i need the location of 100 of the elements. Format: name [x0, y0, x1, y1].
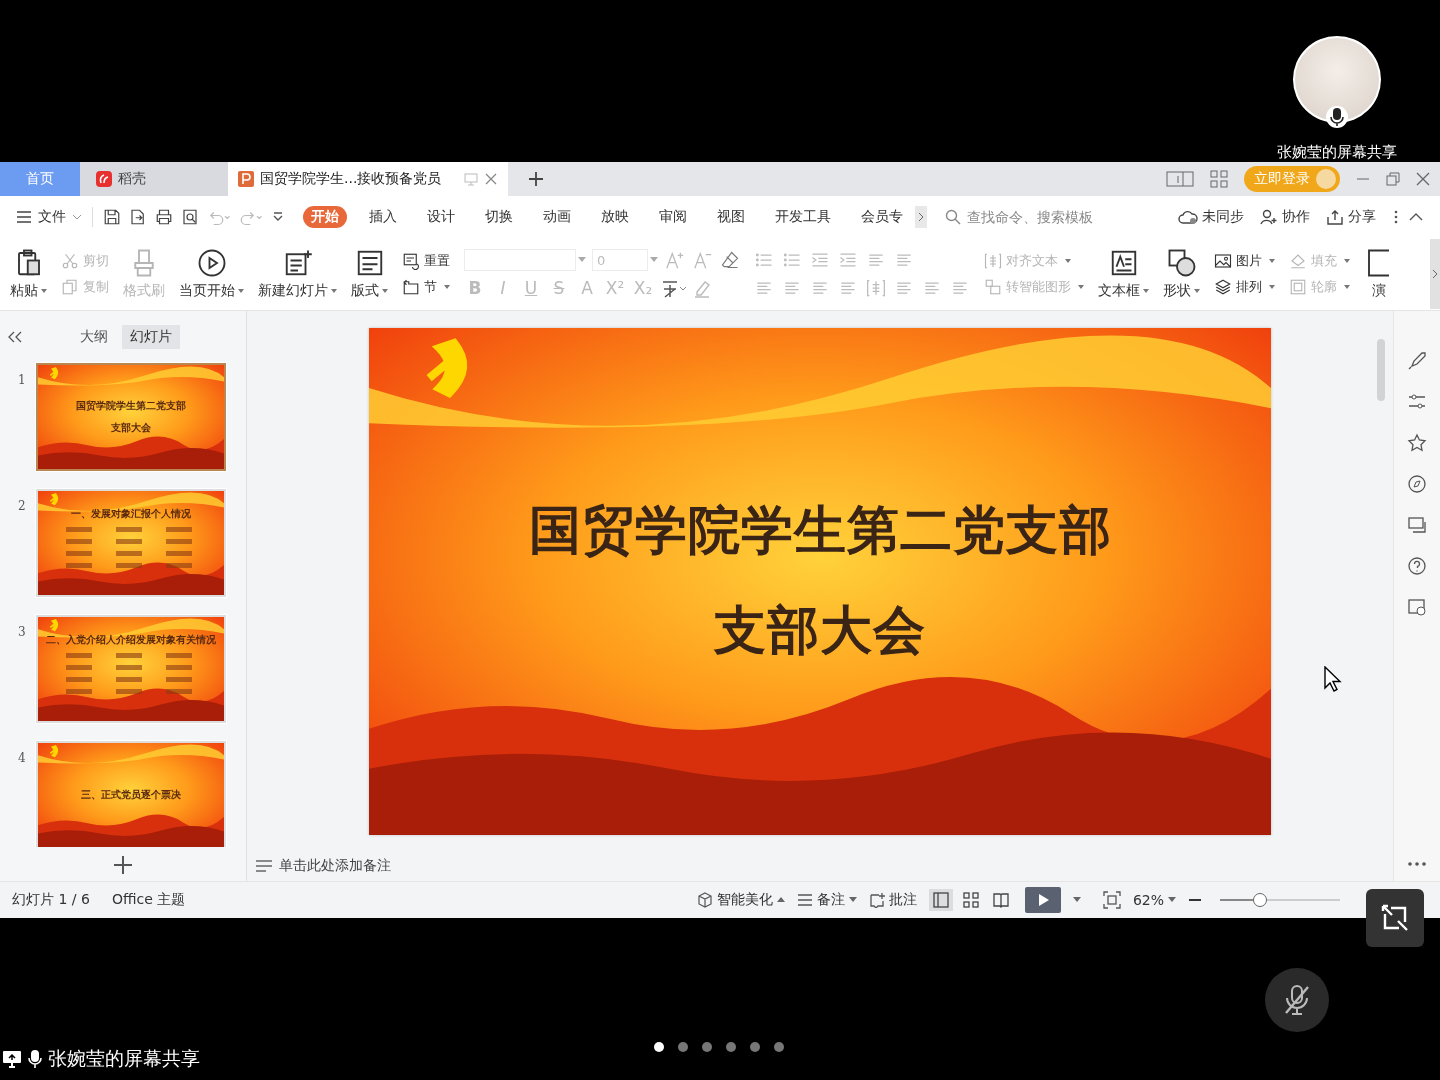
microphone-icon: [28, 1049, 42, 1069]
ribbon-button[interactable]: 排列: [1214, 278, 1275, 296]
normal-view-icon: [931, 891, 950, 909]
user-avatar-icon: [1316, 169, 1336, 189]
ribbon-button[interactable]: 形状: [1163, 248, 1200, 300]
search-field[interactable]: 查找命令、搜索模板: [945, 208, 1119, 226]
slide-thumbnail[interactable]: 三、正式党员逐个票决: [36, 741, 226, 847]
grid-icon[interactable]: [1210, 170, 1228, 188]
caret-icon[interactable]: [1072, 897, 1081, 903]
ribbon-tab[interactable]: 设计: [419, 206, 463, 228]
save-icon[interactable]: [103, 208, 121, 226]
ribbon-tab[interactable]: 开发工具: [767, 206, 839, 228]
export-icon[interactable]: [129, 208, 147, 226]
slide-counter: 幻灯片 1 / 6: [12, 891, 90, 909]
comment-icon: [868, 892, 885, 908]
file-menu[interactable]: 文件: [16, 208, 82, 226]
ribbon-button[interactable]: 粘贴: [10, 248, 47, 300]
ribbon-tab[interactable]: 会员专: [853, 206, 911, 228]
play-icon: [196, 248, 227, 278]
menu-icon: [16, 210, 32, 224]
thumbnail-title: 二、入党介绍人介绍发展对象有关情况: [46, 633, 216, 647]
search-icon: [945, 209, 961, 225]
eraser-icon[interactable]: [720, 250, 740, 270]
restore-icon[interactable]: [1386, 172, 1400, 186]
cut-icon: [61, 252, 79, 270]
ribbon-button[interactable]: 重置: [402, 252, 450, 270]
docer-tab[interactable]: 稻壳: [80, 162, 228, 196]
close-icon[interactable]: [1416, 172, 1430, 186]
panel-tab[interactable]: 大纲: [72, 325, 116, 349]
chevron-right-icon[interactable]: [915, 206, 927, 228]
slide-thumbnail[interactable]: 国贸学院学生第二党支部 支部大会: [36, 363, 226, 471]
ribbon-tab[interactable]: 放映: [593, 206, 637, 228]
notes-icon: [796, 893, 813, 907]
cube-icon: [696, 892, 713, 908]
document-tab[interactable]: 国贸学院学生...接收预备党员: [228, 162, 508, 196]
slide-thumbnail[interactable]: 二、入党介绍人介绍发展对象有关情况: [36, 615, 226, 723]
panel-tab[interactable]: 幻灯片: [122, 325, 180, 349]
smart-icon: [984, 278, 1002, 296]
compass-icon[interactable]: [1407, 474, 1427, 494]
new-tab-icon[interactable]: [528, 171, 544, 187]
close-icon[interactable]: [484, 172, 498, 186]
ribbon-button[interactable]: 图片: [1214, 252, 1275, 270]
help-icon[interactable]: [1407, 556, 1427, 576]
ribbon-button[interactable]: 文本框: [1098, 248, 1149, 300]
ribbon-button[interactable]: 节: [402, 278, 450, 296]
notes-button[interactable]: 备注: [796, 891, 857, 909]
ribbon-tab[interactable]: 动画: [535, 206, 579, 228]
page-indicator-dot[interactable]: [774, 1042, 784, 1052]
page-indicator-dot[interactable]: [678, 1042, 688, 1052]
page-indicator-dot[interactable]: [654, 1042, 664, 1052]
slides-icon[interactable]: [1407, 515, 1427, 535]
slide[interactable]: 国贸学院学生第二党支部 支部大会: [369, 328, 1271, 835]
mouse-cursor-icon: [1324, 666, 1342, 692]
align-icon: [866, 278, 886, 298]
toolbar-action[interactable]: 分享: [1326, 208, 1376, 226]
page-indicator-dot[interactable]: [750, 1042, 760, 1052]
toolbar-action[interactable]: 未同步: [1178, 208, 1244, 226]
view-button[interactable]: [928, 889, 953, 911]
notes-icon: [255, 859, 273, 873]
slide-thumbnail[interactable]: 一、发展对象汇报个人情况: [36, 489, 226, 597]
page-indicator-dot[interactable]: [702, 1042, 712, 1052]
toolbar-action[interactable]: 协作: [1260, 208, 1310, 226]
layout-toggle-icon[interactable]: [1166, 170, 1194, 188]
ribbon-tab[interactable]: 切换: [477, 206, 521, 228]
print-icon[interactable]: [155, 208, 173, 226]
thumbnail-title: 三、正式党员逐个票决: [81, 788, 181, 802]
image-tool-icon[interactable]: [1407, 597, 1427, 617]
share-icon: [1326, 209, 1344, 225]
notes-placeholder[interactable]: 单击此处添加备注: [279, 857, 391, 875]
zoom-level-dropdown[interactable]: 62%: [1132, 892, 1176, 908]
comments-button[interactable]: 批注: [868, 891, 917, 909]
chevron-down-icon: [72, 213, 82, 221]
add-slide-icon[interactable]: [113, 855, 133, 875]
ribbon-button[interactable]: 新建幻灯片: [258, 248, 337, 300]
ribbon-tab[interactable]: 审阅: [651, 206, 695, 228]
ribbon-tab[interactable]: 插入: [361, 206, 405, 228]
cloud-icon: [1178, 209, 1198, 225]
more-options-icon[interactable]: [1392, 209, 1400, 225]
sliders-icon[interactable]: [1407, 392, 1427, 412]
ribbon-button[interactable]: 当页开始: [179, 248, 244, 300]
align-icon: [984, 252, 1002, 270]
picture-icon: [1214, 252, 1232, 270]
copy-icon: [61, 278, 79, 296]
person-add-icon: [1260, 209, 1278, 225]
slider-thumb[interactable]: [1253, 893, 1268, 907]
page-indicator-dot[interactable]: [726, 1042, 736, 1052]
slide-number: 2: [18, 498, 24, 515]
play-button[interactable]: [1024, 887, 1061, 913]
fill-icon: [1289, 252, 1307, 270]
collapse-panel-icon[interactable]: [8, 331, 22, 343]
ribbon-button[interactable]: 版式: [351, 248, 388, 300]
ribbon-button[interactable]: 演: [1364, 248, 1394, 300]
star-icon[interactable]: [1407, 433, 1427, 453]
app-logo-icon: [96, 171, 112, 187]
more-icon[interactable]: [1407, 861, 1427, 867]
beautify-button[interactable]: 智能美化: [696, 891, 785, 909]
exit-fullscreen-button[interactable]: [1366, 889, 1424, 947]
ribbon-tab[interactable]: 视图: [709, 206, 753, 228]
print-preview-icon[interactable]: [181, 208, 199, 226]
fit-window-icon[interactable]: [1102, 891, 1121, 909]
